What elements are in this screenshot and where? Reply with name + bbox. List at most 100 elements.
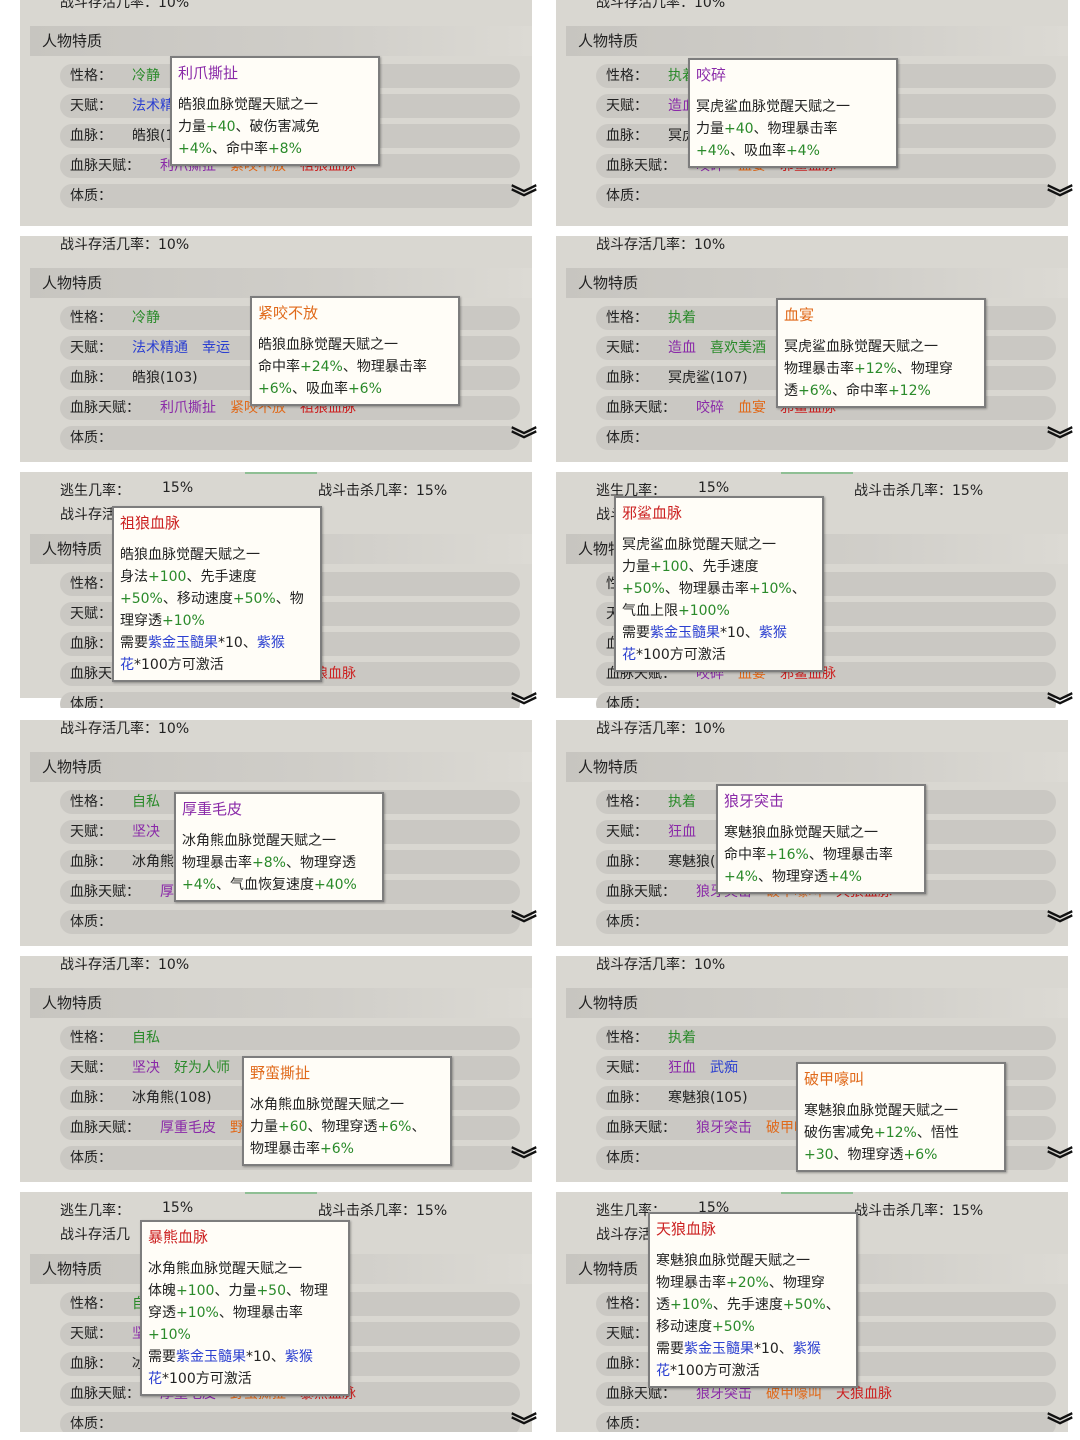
- row-label: 天赋：: [70, 606, 112, 622]
- tooltip-text: 身法: [120, 569, 148, 585]
- section-title: 人物特质: [566, 268, 1068, 298]
- tooltip-text: 、命中率: [211, 141, 268, 157]
- row-value: 执着: [668, 310, 696, 326]
- constitution-row[interactable]: 体质：: [60, 184, 520, 208]
- constitution-row[interactable]: 体质：: [596, 426, 1056, 450]
- talent-tooltip: 狼牙突击 寒魅狼血脉觉醒天赋之一 命中率+16%、物理暴击率 +4%、物理穿透+4%: [716, 784, 926, 894]
- tooltip-text: +4%: [785, 143, 820, 159]
- tooltip-line: 穿透+10%、物理暴击率: [148, 1302, 342, 1324]
- tooltip-text: +12%: [854, 361, 897, 377]
- bloodline-talent-item[interactable]: 血宴: [738, 396, 766, 420]
- expand-chevron-icon[interactable]: ︾: [510, 1148, 538, 1174]
- tooltip-title: 祖狼血脉: [120, 514, 181, 532]
- row-label: 体质：: [606, 1150, 648, 1166]
- expand-chevron-icon[interactable]: ︾: [1046, 912, 1074, 938]
- talent-tooltip: 野蛮撕扯 冰角熊血脉觉醒天赋之一 力量+60、物理穿透+6%、 物理暴击率+6%: [242, 1056, 452, 1166]
- tooltip-line: 命中率+16%、物理暴击率: [724, 844, 918, 866]
- bloodline-talent-item[interactable]: 利爪撕扯: [160, 396, 216, 420]
- tooltip-text: 、: [791, 581, 806, 597]
- escape-rate-value: 15%: [698, 480, 730, 496]
- screenshot-cell: 战斗存活几率：10% 人物特质 性格： 执着 天赋： 狂血 武痴 血脉： 寒魅狼(105) 血脉天…: [544, 956, 1074, 1192]
- survive-rate-label: 战斗存活几率：10%: [596, 0, 726, 11]
- expand-chevron-icon[interactable]: ︾: [1046, 1414, 1074, 1432]
- talent-item: 好为人师: [174, 1060, 230, 1076]
- expand-chevron-icon[interactable]: ︾: [1046, 694, 1074, 708]
- tooltip-text: 、物: [275, 591, 304, 607]
- tab-indicator: [245, 1192, 317, 1194]
- personality-row[interactable]: 性格： 自私: [60, 1026, 520, 1050]
- tooltip-title: 天狼血脉: [656, 1220, 717, 1238]
- tooltip-text: +100%: [678, 603, 730, 619]
- talent-tooltip: 暴熊血脉 冰角熊血脉觉醒天赋之一 体魄+100、力量+50、物理 穿透+10%、物理暴…: [140, 1220, 350, 1396]
- constitution-row[interactable]: 体质：: [60, 692, 520, 708]
- tooltip-text: 、物理暴击率: [664, 581, 749, 597]
- tooltip-text: 、物理穿透: [757, 869, 828, 885]
- constitution-row[interactable]: 体质：: [596, 910, 1056, 934]
- constitution-row[interactable]: 体质：: [60, 426, 520, 450]
- expand-chevron-icon[interactable]: ︾: [510, 694, 538, 708]
- constitution-row[interactable]: 体质：: [596, 1412, 1056, 1432]
- expand-chevron-icon[interactable]: ︾: [510, 186, 538, 212]
- tooltip-line: +4%、气血恢复速度+40%: [182, 874, 376, 896]
- tooltip-text: *10、: [754, 1341, 793, 1357]
- expand-chevron-icon[interactable]: ︾: [510, 912, 538, 938]
- bloodline-talent-item[interactable]: 狼牙突击: [696, 1116, 752, 1140]
- row-value: 执着: [668, 1030, 696, 1046]
- tooltip-text: 需要: [656, 1341, 684, 1357]
- constitution-row[interactable]: 体质：: [60, 910, 520, 934]
- tooltip-text: 命中率: [724, 847, 766, 863]
- section-title: 人物特质: [566, 26, 1068, 56]
- tooltip-text: 紫猴: [792, 1341, 821, 1357]
- tooltip-line: 花*100方可激活: [148, 1368, 342, 1390]
- constitution-row[interactable]: 体质：: [596, 692, 1056, 708]
- expand-chevron-icon[interactable]: ︾: [1046, 1148, 1074, 1174]
- tooltip-line: 身法+100、先手速度: [120, 566, 314, 588]
- talent-item: 狂血: [668, 824, 696, 840]
- tooltip-text: 、物理穿透: [833, 1147, 904, 1163]
- tooltip-text: +100: [650, 559, 689, 575]
- talent-item: 幸运: [202, 340, 230, 356]
- talent-tooltip: 厚重毛皮 冰角熊血脉觉醒天赋之一 物理暴击率+8%、物理穿透 +4%、气血恢复速度+4…: [174, 792, 384, 902]
- tooltip-text: 穿透: [148, 1305, 176, 1321]
- tooltip-text: 、力量: [214, 1283, 257, 1299]
- talent-tooltip: 破甲嚎叫 寒魅狼血脉觉醒天赋之一 破伤害减免+12%、悟性 +30、物理穿透+6%: [796, 1062, 1006, 1172]
- row-label: 血脉：: [70, 636, 112, 652]
- expand-chevron-icon[interactable]: ︾: [1046, 186, 1074, 212]
- row-label: 性格：: [606, 310, 648, 326]
- tooltip-text: 需要: [120, 635, 148, 651]
- tooltip-line: 需要紫金玉髓果*10、紫猴: [656, 1338, 850, 1360]
- tooltip-text: 、: [411, 1119, 426, 1135]
- survive-rate-label: 战斗存活几率：10%: [60, 237, 190, 253]
- bloodline-talent-item[interactable]: 咬碎: [696, 396, 724, 420]
- row-label: 天赋：: [606, 1060, 648, 1076]
- talent-item: 法术精通: [132, 340, 188, 356]
- section-title: 人物特质: [566, 752, 1068, 782]
- row-label: 天赋：: [606, 340, 648, 356]
- escape-rate-label: 逃生几率：: [60, 483, 130, 499]
- tooltip-text: +6%: [347, 381, 382, 397]
- expand-chevron-icon[interactable]: ︾: [510, 1414, 538, 1432]
- tooltip-line: 寒魅狼血脉觉醒天赋之一: [724, 822, 918, 844]
- row-value: 执着: [668, 794, 696, 810]
- survive-rate-label: 战斗存活几率：10%: [60, 0, 190, 11]
- tooltip-text: 冥虎鲨血脉觉醒天赋之一: [696, 99, 850, 115]
- talent-tooltip: 利爪撕扯 皓狼血脉觉醒天赋之一 力量+40、破伤害减免 +4%、命中率+8%: [170, 56, 380, 166]
- tooltip-text: +6%: [320, 1141, 354, 1157]
- tooltip-line: 皓狼血脉觉醒天赋之一: [120, 544, 314, 566]
- expand-chevron-icon[interactable]: ︾: [510, 428, 538, 454]
- constitution-row[interactable]: 体质：: [60, 1412, 520, 1432]
- bloodline-talent-item[interactable]: 厚重毛皮: [160, 1116, 216, 1140]
- row-value: 冷静: [132, 68, 160, 84]
- personality-row[interactable]: 性格： 执着: [596, 1026, 1056, 1050]
- tooltip-title: 血宴: [784, 306, 815, 324]
- tooltip-text: 、物理暴击率: [218, 1305, 303, 1321]
- survive-rate-label: 战斗存活几: [60, 1227, 130, 1243]
- talent-item: 喜欢美酒: [710, 340, 766, 356]
- row-label: 血脉天赋：: [606, 1120, 676, 1136]
- row-label: 体质：: [70, 188, 112, 204]
- constitution-row[interactable]: 体质：: [596, 184, 1056, 208]
- tooltip-text: +40%: [313, 877, 357, 893]
- row-label: 体质：: [70, 696, 112, 708]
- expand-chevron-icon[interactable]: ︾: [1046, 428, 1074, 454]
- tooltip-text: 力量: [250, 1119, 278, 1135]
